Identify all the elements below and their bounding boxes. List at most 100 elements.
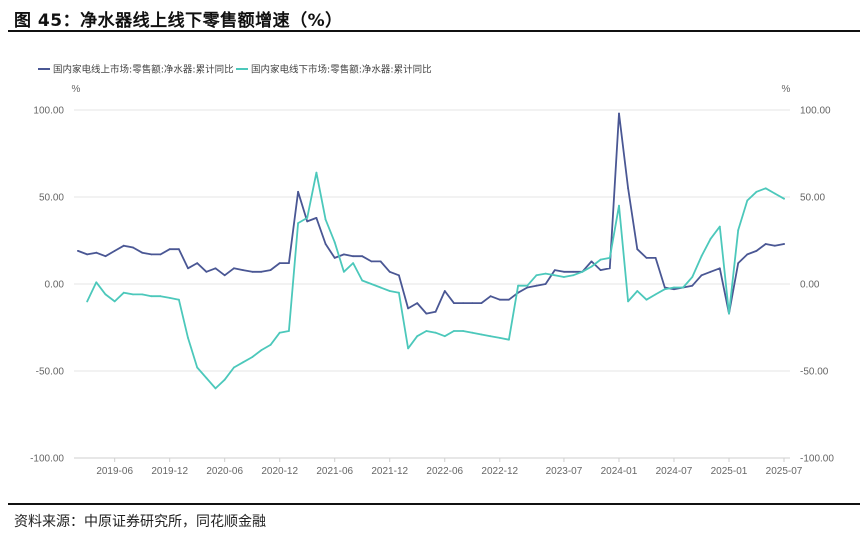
data-point-online [590,260,593,263]
x-tick-label: 2020-12 [261,466,298,477]
data-point-offline [141,293,144,296]
data-point-online [370,260,373,263]
data-point-offline [462,330,464,332]
series-line-offline [86,171,785,390]
data-point-offline [379,286,382,289]
data-point-online [343,253,345,256]
data-point-online [673,288,675,291]
data-point-offline [187,337,189,339]
data-point-online [324,243,327,245]
data-point-offline [673,286,675,289]
data-point-online [645,257,648,259]
data-point-offline [526,284,529,287]
data-point-offline [480,333,483,336]
data-point-online [755,250,758,252]
data-point-online [627,187,629,190]
data-point-offline [233,366,235,369]
data-point-offline [700,255,703,258]
data-point-offline [324,218,327,221]
data-point-online [352,255,354,258]
data-point-offline [333,241,336,244]
axes: 100.00 100.00 50.00 50.00 0.00 0.00 -50.00 -50.… [30,84,834,477]
y-tick-label-right: 100.00 [800,106,831,117]
data-point-online [168,248,171,251]
data-point-offline [645,298,648,301]
bottom-divider [8,503,860,505]
data-point-online [150,253,153,256]
data-point-offline [599,258,602,261]
data-point-online [416,302,419,304]
data-point-online [764,243,767,245]
x-tick-label: 2019-12 [151,466,188,477]
x-tick-label: 2022-12 [481,466,518,477]
x-tick-label: 2024-01 [601,466,638,477]
y-tick-label-right: 0.00 [800,280,820,291]
y-tick-label-left: 100.00 [33,106,64,117]
data-point-online [141,251,144,254]
data-point-offline [618,204,620,207]
data-point-online [443,290,446,292]
data-point-offline [86,300,89,303]
data-point-offline [269,344,272,346]
data-point-offline [104,293,107,296]
data-point-online [95,251,98,254]
data-point-online [462,302,464,304]
data-point-offline [737,229,740,232]
data-point-offline [214,387,217,390]
legend-label-offline: 国内家电线下市场:零售额:净水器:累计同比 [251,64,432,76]
data-point-online [489,295,492,298]
data-point-online [783,243,785,245]
data-point-offline [608,257,611,259]
data-point-online [278,262,281,264]
data-point-offline [728,312,730,315]
data-point-online [269,269,272,271]
data-point-offline [122,291,125,294]
data-point-offline [563,276,565,278]
x-tick-label: 2025-07 [766,466,803,477]
data-point-offline [242,361,244,364]
data-point-offline [361,279,364,282]
data-point-offline [132,293,134,296]
data-point-online [104,255,107,258]
y-tick-label-left: 0.00 [45,280,65,291]
data-point-online [77,250,79,252]
data-point-offline [196,366,199,369]
data-point-offline [636,290,639,292]
data-point-offline [113,300,116,303]
data-point-online [618,112,620,115]
x-tick-label: 2019-06 [96,466,133,477]
data-point-offline [755,190,758,193]
data-point-online [315,217,318,219]
data-point-offline [352,262,354,264]
data-point-online [398,274,400,277]
grid-lines [74,109,790,459]
y-tick-label-right: -50.00 [800,367,829,378]
data-point-offline [581,270,584,273]
data-point-offline [306,217,309,219]
data-point-online [498,298,501,301]
line-chart: 100.00 100.00 50.00 50.00 0.00 0.00 -50.00 -50.… [30,64,834,478]
y-tick-label-right: -100.00 [800,454,834,465]
data-point-offline [297,222,299,225]
data-point-online [746,253,749,256]
data-point-offline [718,225,721,228]
data-point-offline [553,274,556,277]
data-point-online [480,302,483,304]
data-point-offline [223,378,226,381]
data-point-online [205,270,208,273]
x-tick-label: 2024-07 [656,466,693,477]
data-point-online [535,284,538,287]
data-point-online [379,260,382,263]
data-point-offline [260,349,263,351]
data-point-offline [764,187,767,190]
data-point-offline [517,284,519,287]
data-point-online [86,253,89,256]
series-lines [77,112,785,390]
data-point-offline [315,171,318,174]
y-tick-label-left: -50.00 [36,367,65,378]
data-point-online [526,286,529,289]
data-point-offline [434,331,437,334]
data-point-online [242,269,244,271]
data-point-offline [388,290,391,292]
data-point-online [306,220,309,223]
